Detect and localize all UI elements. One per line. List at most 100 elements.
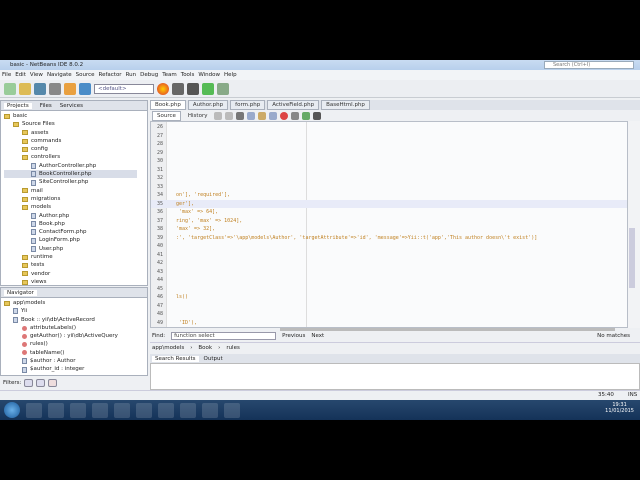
configuration-select[interactable]: <default> [94,83,154,94]
code-editor[interactable]: 26 27 28 29 30 31 32 33 34 on'], 'required'], 35 ge… [150,121,628,328]
tree-item[interactable]: Book :: yii\db\ActiveRecord [4,316,137,324]
netbeans-icon[interactable] [180,402,196,418]
window-icon[interactable] [224,402,240,418]
back-icon[interactable] [225,111,234,120]
tab-files[interactable]: Files [40,103,52,109]
tree-item[interactable]: SiteController.php [4,178,137,186]
tree-item[interactable]: getAuthor() : yii\db\ActiveQuery [4,332,137,340]
toggle-highlight-icon[interactable] [258,111,267,120]
tree-item[interactable]: User.php [4,245,137,253]
tree-item[interactable]: AuthorController.php [4,162,137,170]
breadcrumb-item[interactable]: Book [198,345,212,351]
menu-help[interactable]: Help [224,72,237,78]
find-icon[interactable] [247,111,256,120]
breadcrumb-item[interactable]: app\models [152,345,184,351]
browser-icon[interactable] [157,82,169,95]
comment-icon[interactable] [302,111,311,120]
image-editor-icon[interactable] [92,402,108,418]
tab-editor-file[interactable]: BaseHtml.php [321,100,370,110]
stop-macro-icon[interactable] [280,111,289,120]
tree-folder[interactable]: assets [4,129,137,137]
build-icon[interactable] [172,82,184,95]
chrome-icon[interactable] [48,402,64,418]
tree-folder[interactable]: Source Files [4,120,137,128]
start-button[interactable] [4,402,20,418]
menu-navigate[interactable]: Navigate [47,72,72,78]
tree-item[interactable]: attributeLabels() [4,324,137,332]
filter-icon[interactable] [48,379,58,387]
tab-editor-file[interactable]: form.php [230,100,266,110]
run-icon[interactable] [202,82,214,95]
security-icon[interactable] [70,402,86,418]
tab-editor-file[interactable]: Book.php [150,100,186,110]
editor-scrollbar[interactable] [628,121,640,328]
tab-editor-file[interactable]: ActiveField.php [267,100,320,110]
tree-folder[interactable]: mail [4,187,137,195]
tree-item[interactable]: $author : Author [4,357,137,365]
tab-history[interactable]: History [184,112,212,120]
tab-search-results[interactable]: Search Results [152,355,199,362]
menu-edit[interactable]: Edit [15,72,26,78]
tab-output[interactable]: Output [204,356,223,362]
menu-team[interactable]: Team [162,72,177,78]
tree-item[interactable]: BookController.php [4,170,137,179]
uncomment-icon[interactable] [313,111,322,120]
tree-folder[interactable]: views [4,278,137,286]
visual-studio-icon[interactable] [114,402,130,418]
menu-run[interactable]: Run [126,72,137,78]
shift-left-icon[interactable] [269,111,278,120]
breadcrumb-item[interactable]: rules [226,345,240,351]
menu-refactor[interactable]: Refactor [99,72,122,78]
tree-folder[interactable]: app\models [4,299,137,307]
tab-source[interactable]: Source [152,110,181,121]
tab-editor-file[interactable]: Author.php [187,100,229,110]
tree-folder[interactable]: runtime [4,253,137,261]
menu-source[interactable]: Source [76,72,95,78]
record-macro-icon[interactable] [291,111,300,120]
tree-folder[interactable]: migrations [4,195,137,203]
forward-icon[interactable] [236,111,245,120]
menu-window[interactable]: Window [198,72,220,78]
filter-icon[interactable] [36,379,46,387]
previous-button[interactable]: Previous [282,333,305,339]
tree-item[interactable]: LoginForm.php [4,236,137,244]
new-file-icon[interactable] [19,82,31,95]
menu-debug[interactable]: Debug [140,72,158,78]
filter-icon[interactable] [24,379,34,387]
save-all-icon[interactable] [49,82,61,95]
virtualbox-icon[interactable] [158,402,174,418]
clean-build-icon[interactable] [187,82,199,95]
scroll-thumb[interactable] [629,228,635,288]
debug-icon[interactable] [217,82,229,95]
menu-file[interactable]: File [2,72,11,78]
tree-item[interactable]: Author.php [4,212,137,220]
system-clock[interactable]: 19:31 11/01/2015 [605,402,634,414]
open-project-icon[interactable] [34,82,46,95]
explorer-icon[interactable] [26,402,42,418]
chrome-icon[interactable] [136,402,152,418]
tab-services[interactable]: Services [60,103,83,109]
tree-item[interactable]: $author_id : integer [4,365,137,373]
new-project-icon[interactable] [4,82,16,95]
menu-tools[interactable]: Tools [181,72,195,78]
find-input[interactable]: function select [171,332,277,340]
undo-icon[interactable] [64,82,76,95]
tree-folder[interactable]: controllers [4,153,137,161]
tab-projects[interactable]: Projects [4,102,32,109]
tree-folder[interactable]: config [4,145,137,153]
word-icon[interactable] [202,402,218,418]
tree-item[interactable]: basic [4,112,137,120]
tree-item[interactable]: Yii [4,307,137,315]
tree-folder[interactable]: vendor [4,270,137,278]
tree-item[interactable]: rules() [4,340,137,348]
tree-item[interactable]: ContactForm.php [4,228,137,236]
tree-folder[interactable]: models [4,203,137,211]
tree-folder[interactable]: commands [4,137,137,145]
menu-view[interactable]: View [30,72,43,78]
tree-item[interactable]: tableName() [4,349,137,357]
tree-folder[interactable]: tests [4,261,137,269]
search-input[interactable]: Search (Ctrl+I) [544,61,634,69]
last-edit-icon[interactable] [214,111,223,120]
tree-item[interactable]: Book.php [4,220,137,228]
redo-icon[interactable] [79,82,91,95]
